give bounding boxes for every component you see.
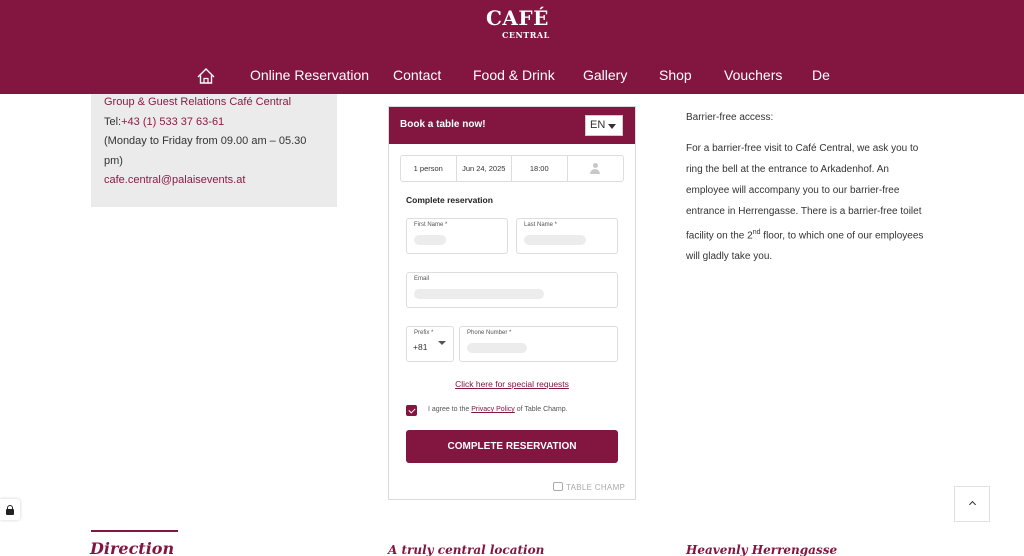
email-value [414,289,544,299]
contact-heading: Group & Guest Relations Café Central [104,96,292,108]
chevron-down-icon [438,341,446,345]
lock-icon-body [6,509,14,515]
privacy-policy-link[interactable]: Privacy Policy [471,406,515,413]
cafe-central-logo[interactable]: CAFÉ CENTRAL [482,4,549,44]
agree-after: of Table Champ. [516,406,568,413]
nav-online-reservation[interactable]: Online Reservation [250,67,369,83]
barrier-free-text: For a barrier-free visit to Café Central… [686,138,931,267]
booking-selector: 1 person Jun 24, 2025 18:00 [400,155,624,182]
prefix-value: +81 [413,342,428,352]
barrier-free-text-part1: For a barrier-free visit to Café Central… [686,143,922,242]
heading-herrengasse: Heavenly Herrengasse [686,543,838,556]
phone-number-label: Phone Number * [467,330,512,336]
guest-select[interactable] [568,156,624,181]
first-name-value [414,235,446,245]
lock-button[interactable] [0,499,20,520]
nav-food-drink[interactable]: Food & Drink [473,67,555,83]
nav-shop[interactable]: Shop [659,67,692,83]
contact-tel: Tel:+43 (1) 533 37 63-61 [104,113,324,133]
special-requests-link[interactable]: Click here for special requests [389,379,635,389]
nav-vouchers[interactable]: Vouchers [724,67,782,83]
agree-before: I agree to the [428,406,470,413]
chevron-up-icon [968,500,977,509]
date-select[interactable]: Jun 24, 2025 [457,156,512,181]
last-name-label: Last Name * [524,222,558,228]
powered-by-text: TABLE CHAMP [566,483,626,492]
direction-underline [91,530,178,532]
contact-hours-2: pm) [104,154,123,167]
site-header: CAFÉ CENTRAL Online Reservation Contact … [0,0,1024,94]
scroll-to-top-button[interactable] [954,486,990,522]
tel-label: Tel: [104,115,122,128]
party-size-select[interactable]: 1 person [401,156,457,181]
prefix-label: Prefix * [414,330,434,336]
email-link[interactable]: cafe.central@palaisevents.at [104,174,245,186]
logo-text-bottom: CENTRAL [502,30,550,40]
nav-gallery[interactable]: Gallery [583,67,627,83]
prefix-select[interactable]: Prefix * +81 [406,326,454,362]
privacy-checkbox[interactable] [406,405,417,416]
phone-number-field[interactable]: Phone Number * [459,326,618,362]
email-label: Email [414,276,430,282]
phone-number-value [467,343,527,353]
time-select[interactable]: 18:00 [512,156,568,181]
language-select[interactable]: EN [585,115,623,136]
tel-link[interactable]: +43 (1) 533 37 63-61 [121,116,224,128]
widget-title: Book a table now! [400,119,486,130]
complete-reservation-heading: Complete reservation [406,195,493,205]
superscript-nd: nd [752,229,761,236]
home-icon[interactable] [196,66,216,86]
nav-language-de[interactable]: De [812,67,830,83]
first-name-label: First Name * [414,222,448,228]
barrier-free-info: Barrier-free access: For a barrier-free … [686,108,931,267]
table-champ-icon [553,482,563,491]
widget-header: Book a table now! EN [389,107,635,144]
agree-text: I agree to the Privacy Policy of Table C… [428,406,568,413]
nav-contact[interactable]: Contact [393,67,441,83]
checkmark-icon [407,405,416,414]
heading-direction: Direction [90,539,175,556]
contact-box: Group & Guest Relations Café Central Tel… [91,94,337,207]
heading-central-location: A truly central location [388,543,545,556]
last-name-field[interactable]: Last Name * [516,218,618,254]
complete-reservation-button[interactable]: COMPLETE RESERVATION [406,430,618,463]
last-name-value [524,235,586,245]
first-name-field[interactable]: First Name * [406,218,508,254]
logo-text-top: CAFÉ [486,6,549,30]
contact-hours-1: (Monday to Friday from 09.00 am – 05.30 [104,135,307,147]
person-icon [590,163,601,174]
reservation-widget: Book a table now! EN 1 person Jun 24, 20… [388,106,636,500]
table-champ-branding[interactable]: TABLE CHAMP [553,482,625,492]
main-nav: Online Reservation Contact Food & Drink … [0,66,1024,88]
email-field[interactable]: Email [406,272,618,308]
language-value: EN [590,119,606,131]
barrier-free-title: Barrier-free access: [686,112,774,123]
chevron-down-icon [608,124,616,129]
